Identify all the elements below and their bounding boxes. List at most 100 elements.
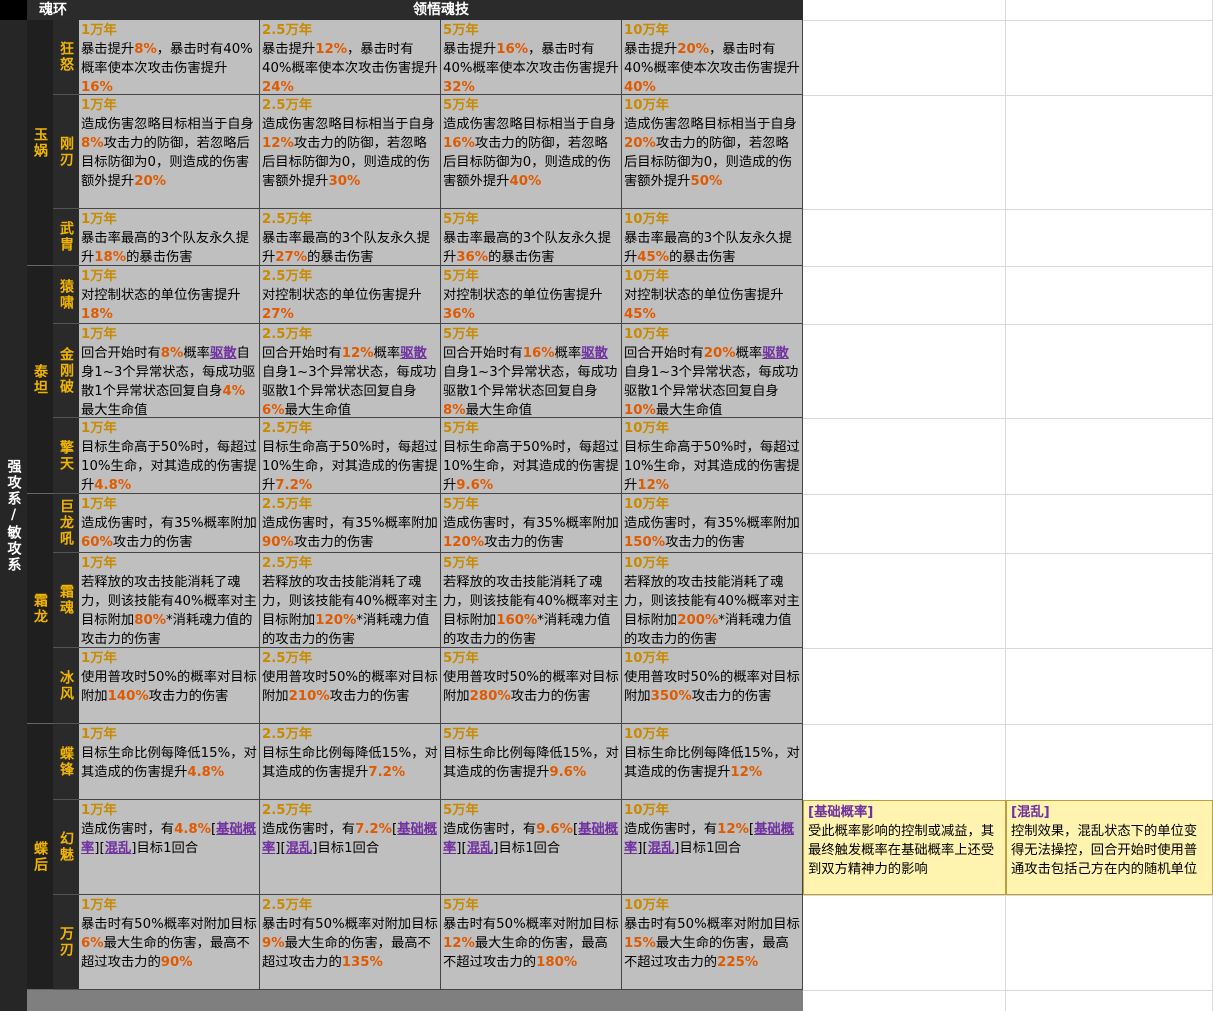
description-text: 的暴击伤害 xyxy=(488,250,555,265)
description-text: 最大生命值 xyxy=(284,403,352,418)
skill-level-cell: 5万年 造成伤害时，有9.6%[基础概率][混乱]目标1回合 xyxy=(441,800,622,895)
description-text: 暴击时有50%概率对附加目标 xyxy=(624,917,800,932)
year-label: 2.5万年 xyxy=(262,803,313,818)
year-label: 10万年 xyxy=(624,651,670,666)
year-label: 10万年 xyxy=(624,727,670,742)
skill-level-cell: 2.5万年 暴击率最高的3个队友永久提升27%的暴击伤害 xyxy=(260,209,441,266)
description-text: 攻击力的伤害 xyxy=(329,689,410,704)
year-label: 10万年 xyxy=(624,98,670,113)
skill-level-cell: 1万年 目标生命比例每降低15%，对其造成的伤害提升4.8% xyxy=(79,724,260,800)
skill-name-cell: 刚刃 xyxy=(53,95,79,209)
description-text: 造成伤害时，有 xyxy=(443,822,537,837)
description-text: 攻击力的伤害 xyxy=(148,689,229,704)
value-highlight: 120% xyxy=(443,535,485,550)
note-title: [基础概率] xyxy=(808,805,874,820)
description-text: 造成伤害忽略目标相当于自身 xyxy=(624,117,797,132)
value-highlight: 20% xyxy=(134,174,167,189)
value-highlight: 8% xyxy=(81,136,104,151)
value-highlight: 80% xyxy=(134,613,167,628)
description-text: 自身1~3个异常状态，每成功驱散1个异常状态回复自身 xyxy=(262,365,437,399)
year-label: 2.5万年 xyxy=(262,556,313,571)
description-text: ]目标1回合 xyxy=(493,841,561,856)
value-highlight: 40% xyxy=(624,80,656,95)
skill-level-cell: 5万年 造成伤害时，有35%概率附加 120%攻击力的伤害 xyxy=(441,494,622,553)
keyword-link[interactable]: 驱散 xyxy=(762,346,789,361)
skill-level-cell: 1万年 造成伤害时，有35%概率附加 60%攻击力的伤害 xyxy=(79,494,260,553)
note-title: [混乱] xyxy=(1011,805,1050,820)
value-highlight: 40% xyxy=(509,174,542,189)
value-highlight: 350% xyxy=(650,689,692,704)
description-text: 的暴击伤害 xyxy=(669,250,736,265)
description-text: ]目标1回合 xyxy=(312,841,380,856)
note-confusion: [混乱] 控制效果，混乱状态下的单位变得无法操控，回合开始时使用普通攻击包括己方… xyxy=(1006,800,1213,895)
skill-level-cell: 5万年 目标生命比例每降低15%，对其造成的伤害提升9.6% xyxy=(441,724,622,800)
soul-ring-name: 蝶后 xyxy=(32,840,48,873)
skill-level-cell: 5万年 暴击率最高的3个队友永久提升36%的暴击伤害 xyxy=(441,209,622,266)
value-highlight: 15% xyxy=(624,936,656,951)
gridline xyxy=(803,324,1213,325)
gridline xyxy=(803,990,1213,991)
soul-ring-group: 蝶后 xyxy=(27,724,53,990)
table-footer-bar xyxy=(27,990,803,1011)
year-label: 1万年 xyxy=(81,98,117,113)
description-text: 概率 xyxy=(554,346,582,361)
keyword-link[interactable]: 混乱 xyxy=(105,841,132,856)
value-highlight: 150% xyxy=(624,535,666,550)
description-text: 暴击提升 xyxy=(624,42,678,57)
skill-level-cell: 2.5万年 目标生命比例每降低15%，对其造成的伤害提升7.2% xyxy=(260,724,441,800)
skill-level-cell: 10万年 目标生命比例每降低15%，对其造成的伤害提升12% xyxy=(622,724,803,800)
description-text: 目标生命比例每降低15%，对其造成的伤害提升 xyxy=(262,746,438,780)
year-label: 1万年 xyxy=(81,497,117,512)
description-text: 造成伤害忽略目标相当于自身 xyxy=(443,117,616,132)
description-text: 暴击时有50%概率对附加目标 xyxy=(443,917,619,932)
skill-name: 刚刃 xyxy=(58,135,74,168)
description-text: 造成伤害时，有 xyxy=(81,822,175,837)
value-highlight: 9.6% xyxy=(536,822,573,837)
value-highlight: 4.8% xyxy=(94,478,132,493)
year-label: 5万年 xyxy=(443,651,479,666)
description-text: ]目标1回合 xyxy=(131,841,199,856)
keyword-link[interactable]: 驱散 xyxy=(210,346,237,361)
value-highlight: 4% xyxy=(222,384,246,399)
year-label: 1万年 xyxy=(81,327,117,342)
description-text: 最大生命值 xyxy=(655,403,723,418)
year-label: 2.5万年 xyxy=(262,327,313,342)
keyword-link[interactable]: 驱散 xyxy=(581,346,608,361)
value-highlight: 12% xyxy=(717,822,749,837)
description-text: 暴击时有50%概率对附加目标 xyxy=(81,917,257,932)
skill-name-cell: 猿啸 xyxy=(53,266,79,324)
keyword-link[interactable]: 混乱 xyxy=(467,841,494,856)
year-label: 5万年 xyxy=(443,898,479,913)
skill-level-cell: 2.5万年 回合开始时有12%概率驱散自身1~3个异常状态，每成功驱散1个异常状态… xyxy=(260,324,441,418)
description-text: ][ xyxy=(275,841,286,856)
year-label: 5万年 xyxy=(443,727,479,742)
gridline xyxy=(803,418,1213,419)
gridline xyxy=(803,209,1213,210)
value-highlight: 4.8% xyxy=(174,822,211,837)
year-label: 5万年 xyxy=(443,421,479,436)
value-highlight: 8% xyxy=(160,346,184,361)
skill-level-cell: 10万年 回合开始时有20%概率驱散自身1~3个异常状态，每成功驱散1个异常状态回… xyxy=(622,324,803,418)
value-highlight: 8% xyxy=(443,403,466,418)
value-highlight: 50% xyxy=(690,174,723,189)
value-highlight: 45% xyxy=(624,307,656,322)
keyword-link[interactable]: 混乱 xyxy=(648,841,675,856)
description-text: 的暴击伤害 xyxy=(307,250,374,265)
gridline xyxy=(803,266,1213,267)
skill-level-cell: 2.5万年 暴击时有50%概率对附加目标9%最大生命的伤害，最高不超过攻击力的13… xyxy=(260,895,441,990)
skill-level-cell: 10万年 目标生命高于50%时，每超过10%生命，对其造成的伤害提升12% xyxy=(622,418,803,494)
skill-name: 万刃 xyxy=(58,926,74,958)
value-highlight: 16% xyxy=(81,80,113,95)
value-highlight: 90% xyxy=(160,955,193,970)
value-highlight: 20% xyxy=(703,346,736,361)
year-label: 5万年 xyxy=(443,98,479,113)
skill-name-cell: 霜魂 xyxy=(53,553,79,648)
year-label: 2.5万年 xyxy=(262,269,313,284)
keyword-link[interactable]: 驱散 xyxy=(400,346,427,361)
skill-name-cell: 金刚破 xyxy=(53,324,79,418)
description-text: 回合开始时有 xyxy=(624,346,704,361)
skill-level-cell: 2.5万年 若释放的攻击技能消耗了魂力，则该技能有40%概率对主目标附加120%*… xyxy=(260,553,441,648)
soul-ring-name: 泰坦 xyxy=(32,363,48,396)
year-label: 1万年 xyxy=(81,421,117,436)
keyword-link[interactable]: 混乱 xyxy=(286,841,313,856)
